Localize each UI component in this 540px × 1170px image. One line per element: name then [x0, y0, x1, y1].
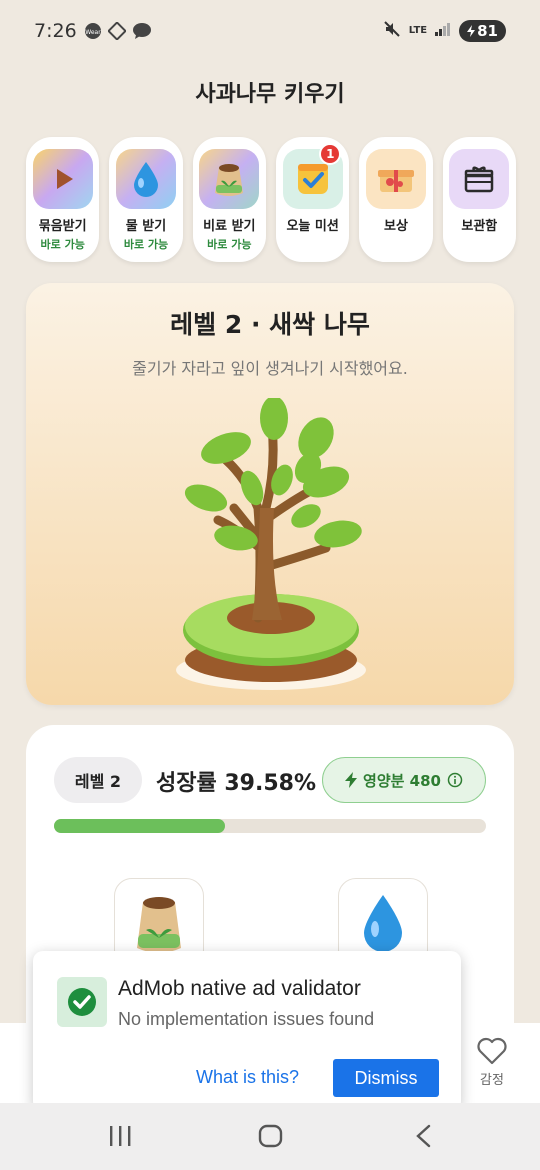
lightning-icon	[345, 772, 358, 788]
growth-rate: 성장률 39.58%	[156, 771, 317, 796]
system-nav-bar	[0, 1103, 540, 1170]
level-pill: 레벨 2	[54, 757, 142, 803]
quick-action-bundle[interactable]: 묶음받기 바로 가능	[26, 137, 100, 262]
back-icon[interactable]	[412, 1123, 434, 1153]
nutrient-pill[interactable]: 영양분 480	[322, 757, 486, 803]
tree-illustration[interactable]	[166, 396, 376, 702]
page-title: 사과나무 키우기	[195, 82, 345, 107]
recent-apps-icon[interactable]	[108, 1123, 132, 1153]
growth-progress-fill	[54, 819, 225, 833]
quick-action-mission[interactable]: 오늘 미션 1	[275, 137, 350, 262]
ad-popup-title: AdMob native ad validator	[118, 977, 361, 1000]
battery-level: 81	[477, 22, 498, 40]
growth-progress-bar	[54, 819, 486, 833]
quick-actions: 묶음받기 바로 가능 물 받기 바로 가능 비료 받기 바로 가능 오늘 미션 …	[26, 137, 516, 262]
quick-action-status: 바로 가능	[207, 238, 252, 251]
quick-action-label: 비료 받기	[203, 219, 256, 234]
status-time: 7:26	[34, 20, 77, 42]
status-bar: 7:26 Wear LTE 81	[0, 0, 540, 64]
dismiss-button[interactable]: Dismiss	[333, 1059, 439, 1097]
quick-action-storage[interactable]: 보관함	[442, 137, 516, 262]
quick-action-water[interactable]: 물 받기 바로 가능	[109, 137, 183, 262]
play-icon	[32, 149, 93, 209]
tree-level-title: 레벨 2 · 새싹 나무	[170, 310, 370, 339]
puzzle-icon	[107, 21, 127, 44]
ad-popup-subtitle: No implementation issues found	[118, 1009, 375, 1029]
gift-box-icon	[365, 149, 426, 209]
water-drop-icon	[115, 149, 176, 209]
nav-emotion[interactable]: 감정	[472, 1037, 512, 1088]
quick-action-status: 바로 가능	[40, 238, 85, 251]
home-icon[interactable]	[258, 1123, 284, 1153]
chat-icon	[132, 22, 152, 44]
quick-action-status: 바로 가능	[123, 238, 169, 251]
quick-action-label: 보상	[384, 219, 408, 234]
charging-icon	[467, 25, 476, 37]
heart-icon	[477, 1037, 507, 1065]
quick-action-label: 보관함	[461, 219, 498, 234]
lte-indicator: LTE	[408, 25, 428, 36]
nutrient-text: 영양분 480	[363, 771, 441, 790]
check-circle-icon	[57, 977, 107, 1027]
nav-emotion-label: 감정	[480, 1073, 504, 1088]
tree-card: 레벨 2 · 새싹 나무 줄기가 자라고 잎이 생겨나기 시작했어요.	[26, 283, 514, 705]
fertilizer-bag-icon	[199, 149, 260, 209]
wear-icon: Wear	[84, 22, 102, 44]
tree-description: 줄기가 자라고 잎이 생겨나기 시작했어요.	[132, 359, 408, 378]
info-icon	[447, 772, 463, 788]
storage-box-icon	[449, 149, 510, 209]
quick-action-reward[interactable]: 보상	[359, 137, 433, 262]
quick-action-fertilizer[interactable]: 비료 받기 바로 가능	[192, 137, 266, 262]
battery-indicator: 81	[459, 20, 506, 42]
signal-icon	[435, 22, 451, 40]
mute-icon	[383, 20, 401, 42]
fertilizer-bag-icon	[137, 897, 181, 953]
svg-text:Wear: Wear	[85, 29, 101, 36]
what-is-this-link[interactable]: What is this?	[196, 1067, 299, 1088]
quick-action-label: 묶음받기	[38, 219, 87, 234]
quick-action-label: 물 받기	[125, 219, 167, 234]
ad-validator-popup: AdMob native ad validator No implementat…	[33, 951, 461, 1111]
quick-action-label: 오늘 미션	[286, 219, 339, 234]
water-drop-icon	[364, 895, 402, 952]
